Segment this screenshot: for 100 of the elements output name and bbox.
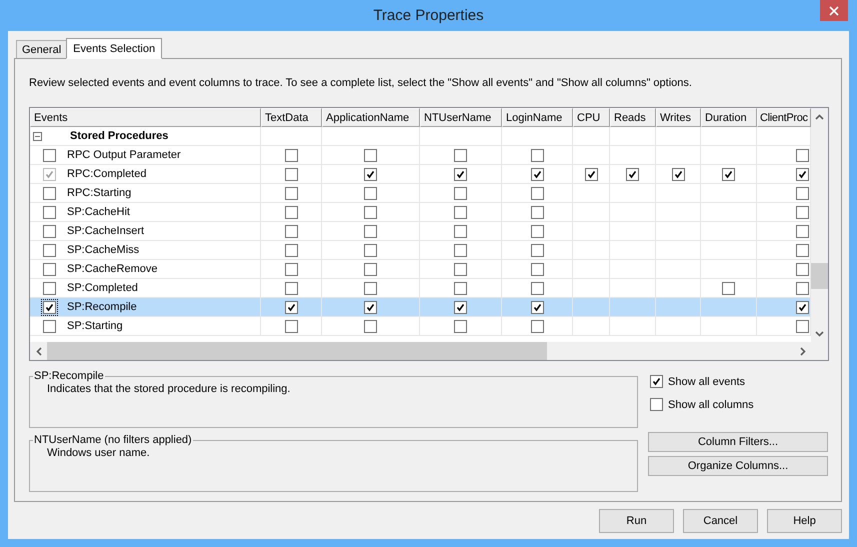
checkbox[interactable] <box>454 244 467 256</box>
checkbox[interactable] <box>284 244 298 256</box>
checkbox[interactable] <box>364 186 377 200</box>
checkbox[interactable] <box>796 282 809 294</box>
checkbox[interactable] <box>364 320 377 332</box>
dialog-button[interactable]: Help <box>767 509 842 533</box>
checkbox[interactable] <box>454 320 467 332</box>
checkbox-label[interactable]: Show all events <box>668 376 746 388</box>
column-header[interactable]: TextData <box>261 108 322 127</box>
checkbox[interactable] <box>43 224 56 238</box>
checkbox[interactable] <box>364 206 377 218</box>
checkbox[interactable] <box>43 148 56 162</box>
checkbox[interactable] <box>530 300 544 314</box>
checkbox[interactable] <box>364 244 377 256</box>
checkbox[interactable] <box>796 148 809 162</box>
checkbox[interactable] <box>284 224 298 238</box>
checkbox[interactable] <box>364 282 377 294</box>
group-title: SP:Recompile <box>33 370 105 382</box>
checkbox[interactable] <box>43 320 56 332</box>
column-header[interactable]: Duration <box>701 108 757 127</box>
checkbox[interactable] <box>43 186 56 200</box>
column-header[interactable]: LoginName <box>502 108 573 127</box>
empty-cell <box>610 222 656 241</box>
checkbox[interactable] <box>454 300 467 314</box>
checkbox[interactable] <box>284 206 298 218</box>
checkbox[interactable] <box>722 282 735 294</box>
empty-cell <box>701 127 757 146</box>
instruction-text: Review selected events and event columns to trace. To see a complete list, select the "Show all events" and "Show all columns" options. <box>29 76 693 90</box>
empty-cell <box>656 222 701 241</box>
checkbox[interactable] <box>530 320 544 332</box>
checkbox[interactable] <box>454 186 467 200</box>
empty-cell <box>573 127 610 146</box>
checkbox[interactable] <box>454 282 467 294</box>
scroll-thumb[interactable] <box>811 263 828 289</box>
checkbox[interactable] <box>43 300 56 314</box>
checkbox[interactable] <box>530 262 544 276</box>
description-text: Indicates that the stored procedure is recompiling. <box>47 383 292 395</box>
checkbox[interactable] <box>284 320 298 332</box>
checkbox[interactable] <box>650 398 663 411</box>
checkbox[interactable] <box>530 282 544 294</box>
checkbox[interactable] <box>284 186 298 200</box>
group-name: Stored Procedures <box>70 130 168 142</box>
checkbox[interactable] <box>364 148 377 162</box>
empty-cell <box>656 127 701 146</box>
checkbox[interactable] <box>364 262 377 276</box>
checkbox[interactable] <box>530 148 544 162</box>
dialog-button[interactable]: Cancel <box>683 509 758 533</box>
checkbox[interactable] <box>364 224 377 238</box>
checkbox[interactable] <box>454 262 467 276</box>
close-icon <box>829 6 839 16</box>
column-header[interactable]: Writes <box>656 108 701 127</box>
checkbox[interactable] <box>454 224 467 238</box>
checkbox[interactable] <box>796 300 809 314</box>
column-header[interactable]: ApplicationName <box>322 108 420 127</box>
checkbox[interactable] <box>530 186 544 200</box>
vertical-scrollbar[interactable] <box>811 108 828 342</box>
event-name: SP:CacheInsert <box>67 225 144 237</box>
scroll-left-icon <box>36 346 42 356</box>
event-name: SP:CacheRemove <box>67 263 158 275</box>
checkbox[interactable] <box>530 224 544 238</box>
checkbox[interactable] <box>796 206 809 218</box>
collapse-icon[interactable] <box>33 132 42 140</box>
checkbox[interactable] <box>284 282 298 294</box>
checkbox[interactable] <box>284 262 298 276</box>
checkbox[interactable] <box>796 224 809 238</box>
checkbox[interactable] <box>284 300 298 314</box>
column-header[interactable]: Reads <box>610 108 656 127</box>
dialog-button[interactable]: Run <box>599 509 674 533</box>
checkbox[interactable] <box>454 148 467 162</box>
checkbox[interactable] <box>650 375 663 388</box>
empty-cell <box>656 317 701 336</box>
scroll-right-icon <box>800 346 806 356</box>
checkbox[interactable] <box>284 148 298 162</box>
tab[interactable]: Events Selection <box>66 38 162 59</box>
checkbox[interactable] <box>364 300 377 314</box>
checkbox[interactable] <box>530 206 544 218</box>
checkbox[interactable] <box>43 206 56 218</box>
scroll-thumb[interactable] <box>47 342 547 360</box>
checkbox[interactable] <box>796 262 809 276</box>
checkbox[interactable] <box>796 320 809 332</box>
checkbox[interactable] <box>796 186 809 200</box>
checkbox[interactable] <box>43 282 56 294</box>
checkbox[interactable] <box>43 262 56 276</box>
checkbox[interactable] <box>530 244 544 256</box>
side-button[interactable]: Column Filters... <box>648 432 828 452</box>
column-header[interactable]: Events <box>30 108 261 127</box>
side-button[interactable]: Organize Columns... <box>648 456 828 476</box>
tab[interactable]: General <box>16 40 68 58</box>
checkbox[interactable] <box>454 206 467 218</box>
checkbox-label[interactable]: Show all columns <box>668 398 754 410</box>
description-text: Windows user name. <box>47 447 151 459</box>
column-header[interactable]: NTUserName <box>420 108 502 127</box>
column-header[interactable]: ClientProc <box>757 108 811 127</box>
column-header[interactable]: CPU <box>573 108 610 127</box>
empty-cell <box>610 203 656 222</box>
event-name: SP:Starting <box>67 320 123 332</box>
checkbox[interactable] <box>796 244 809 256</box>
checkbox[interactable] <box>43 244 56 256</box>
scroll-up-icon <box>815 114 824 120</box>
close-button[interactable] <box>820 0 848 21</box>
